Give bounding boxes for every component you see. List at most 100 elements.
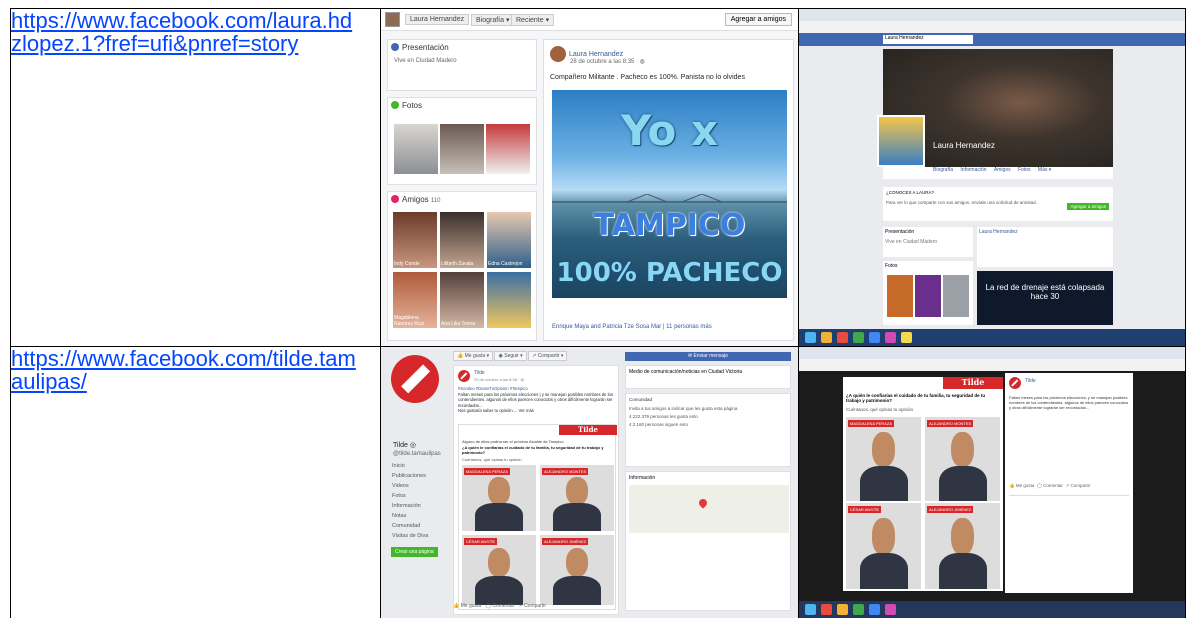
tab-recent[interactable]: Reciente ▾	[511, 14, 555, 26]
candidate-photo: CÉSAR ANSTÍE	[462, 535, 536, 605]
post-author[interactable]: Laura Hernandez	[569, 51, 623, 58]
browser-icon[interactable]	[821, 604, 832, 615]
nav-item[interactable]: Publicaciones	[389, 471, 449, 481]
lives-in: Vive en Ciudad Madero	[885, 239, 938, 245]
tab-name[interactable]: Laura Hernandez	[405, 14, 470, 25]
activity-box: Laura Hernandez	[977, 227, 1113, 267]
add-friend-button[interactable]: Agregar a amigos	[1067, 203, 1109, 210]
app-icon[interactable]	[885, 604, 896, 615]
app-icon[interactable]	[885, 332, 896, 343]
photo-thumb[interactable]	[394, 124, 438, 174]
like-button[interactable]: 👍 Me gusta ▾	[453, 351, 494, 361]
poster-line-1: Yo x	[620, 106, 719, 155]
start-icon[interactable]	[805, 604, 816, 615]
post-card: Tilde 29 de octubre a las 8:38 · ◍ #Sond…	[453, 365, 619, 615]
friend-photo[interactable]: Edna Castrejon	[487, 212, 531, 268]
friends-count: 110	[430, 198, 441, 204]
photo-thumb[interactable]	[943, 275, 969, 317]
candidate-label: ALEJANDRO JIMÉNEZ	[542, 538, 589, 545]
comment-action[interactable]: ◯ Comentar	[1037, 483, 1063, 488]
post-image[interactable]: Yo x TAMPICO 100% PACHECO	[552, 90, 787, 298]
folder-icon[interactable]	[821, 332, 832, 343]
facebook-link[interactable]: https://www.facebook.com/tilde.tamaulipa…	[11, 347, 361, 393]
app-icon[interactable]	[901, 332, 912, 343]
post-image[interactable]: Tilde Alguno de ellos podría ser el próx…	[458, 424, 617, 610]
friend-photo[interactable]: Magdalena Ramírez Ruiz	[393, 272, 437, 328]
tab-biography[interactable]: Biografía ▾	[471, 14, 515, 26]
stat-likes: 4.222.379 personas les gusta esto	[629, 414, 698, 419]
tab-biography[interactable]: Biografía	[933, 167, 953, 173]
friend-name: Indy Conde	[394, 261, 420, 267]
share-action[interactable]: ↗ Compartir	[1065, 483, 1090, 488]
tilde-avatar-icon	[458, 370, 470, 382]
ad-banner[interactable]: La red de drenaje está colapsada hace 30	[977, 271, 1113, 325]
tab-more[interactable]: Más ▾	[1038, 167, 1051, 173]
post-card: Laura Hernandez 28 de octubre a las 8:35…	[543, 39, 794, 341]
profile-screenshot: Laura Hernandez Biografía ▾ Reciente ▾ A…	[381, 9, 798, 346]
nav-item[interactable]: Inicio	[389, 461, 449, 471]
page-actions: 👍 Me gusta ▾ ◉ Seguir ▾ ↗ Compartir ▾	[453, 351, 568, 361]
candidate-photo: CÉSAR ANSTÍE	[846, 503, 921, 589]
send-message-button[interactable]: ✉ Enviar mensaje	[625, 352, 791, 361]
tilde-banner: Tilde	[943, 377, 1003, 389]
comment-action[interactable]: ◯ Comentar	[485, 603, 514, 609]
friend-photo[interactable]: Ana Lilia Torres	[440, 272, 484, 328]
cover-photo[interactable]: Laura Hernandez	[877, 49, 1113, 167]
app-icon[interactable]	[853, 604, 864, 615]
candidate-label: ALEJANDRO MONTES	[927, 420, 974, 427]
nav-item[interactable]: Videos	[389, 481, 449, 491]
photo-thumb[interactable]	[915, 275, 941, 317]
add-friend-button[interactable]: Agregar a amigos	[724, 13, 792, 26]
chrome-icon[interactable]	[869, 604, 880, 615]
photo-thumb[interactable]	[887, 275, 913, 317]
address-bar	[799, 21, 1185, 33]
profile-picture[interactable]	[877, 115, 925, 167]
friends-box: Amigos 110 Indy Conde Lilibeth Zavala Ed…	[387, 191, 537, 341]
profile-nav: Biografía Información Amigos Fotos Más ▾	[883, 167, 1113, 179]
create-page-button[interactable]: Crear una página	[391, 547, 438, 557]
face	[487, 476, 511, 505]
intro-box: Presentación Vive en Ciudad Madero	[883, 227, 973, 257]
face	[951, 518, 974, 555]
photos-box: Fotos	[883, 261, 973, 325]
lightbox-image[interactable]: Tilde ¿A quién le confiarías el cuidado …	[843, 377, 1003, 591]
friend-photo[interactable]	[487, 272, 531, 328]
share-button[interactable]: ↗ Compartir ▾	[527, 351, 568, 361]
friend-photo[interactable]: Indy Conde	[393, 212, 437, 268]
friend-photo[interactable]: Lilibeth Zavala	[440, 212, 484, 268]
post-date: 29 de octubre a las 8:38 · ◍	[474, 377, 524, 382]
nav-item[interactable]: Fotos	[389, 491, 449, 501]
browser-icon[interactable]	[837, 332, 848, 343]
facebook-topbar: Laura Hernandez	[799, 33, 1185, 46]
screenshot-cell: Laura Hernandez Laura Hernandez Biografí…	[798, 8, 1186, 347]
nav-item[interactable]: Visitas de Diva	[389, 531, 449, 541]
post-date: 28 de octubre a las 8:35 · ◍	[570, 59, 645, 65]
share-action[interactable]: ↗ Compartir	[518, 603, 546, 609]
chrome-icon[interactable]	[869, 332, 880, 343]
map[interactable]	[629, 485, 789, 533]
avatar	[385, 12, 400, 27]
app-icon[interactable]	[853, 332, 864, 343]
facebook-link[interactable]: https://www.facebook.com/laura.hdzlopez.…	[11, 9, 361, 55]
search-input[interactable]: Laura Hernandez	[883, 35, 973, 44]
stat-invite[interactable]: Invita a tus amigos a indicar que les gu…	[629, 406, 787, 411]
nav-item[interactable]: Notas	[389, 511, 449, 521]
post-author[interactable]: Laura Hernandez	[979, 229, 1018, 235]
post-footer: Enrique Maya and Patricia Tze Sosa Mar |…	[552, 324, 712, 330]
nav-item[interactable]: Información	[389, 501, 449, 511]
like-action[interactable]: 👍 Me gusta	[453, 603, 481, 609]
tab-friends[interactable]: Amigos	[994, 167, 1011, 173]
photo-thumb[interactable]	[486, 124, 530, 174]
start-icon[interactable]	[805, 332, 816, 343]
survey-cta: Cuéntanos, qué opinas tu opinión	[846, 407, 914, 412]
tab-photos[interactable]: Fotos	[1018, 167, 1031, 173]
photo-thumb[interactable]	[440, 124, 484, 174]
follow-button[interactable]: ◉ Seguir ▾	[494, 351, 527, 361]
tab-information[interactable]: Información	[960, 167, 986, 173]
folder-icon[interactable]	[837, 604, 848, 615]
candidate-label: ALEJANDRO MONTES	[542, 468, 589, 475]
nav-item[interactable]: Comunidad	[389, 521, 449, 531]
like-action[interactable]: 👍 Me gusta	[1009, 483, 1034, 488]
post-author[interactable]: Tilde	[1025, 378, 1036, 384]
post-author[interactable]: Tilde	[474, 370, 485, 376]
